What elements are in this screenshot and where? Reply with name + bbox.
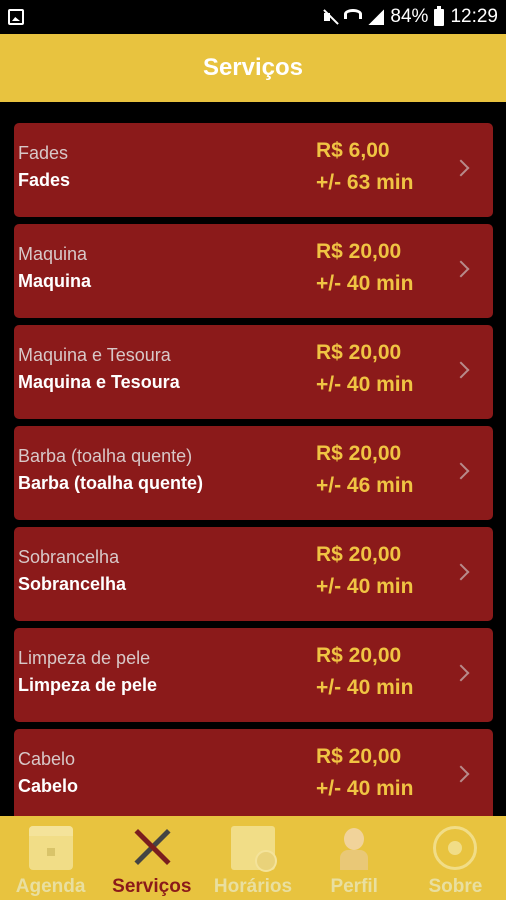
page-title: Serviços (202, 54, 304, 81)
app-header: Serviços (0, 34, 506, 102)
service-name-secondary: Maquina e Tesoura (18, 345, 171, 365)
service-duration: +/- 40 min (316, 676, 414, 699)
service-duration: +/- 46 min (316, 474, 414, 497)
chevron-right-icon (452, 159, 470, 177)
scissors-icon (130, 826, 174, 870)
gallery-notification-icon (8, 9, 24, 25)
nav-servicos[interactable]: Serviços (101, 816, 202, 900)
service-name: Cabelo (18, 776, 79, 796)
nav-label: Serviços (112, 876, 192, 897)
service-duration: +/- 63 min (316, 171, 414, 194)
service-price: R$ 20,00 (316, 240, 402, 263)
battery-percent: 84% (390, 6, 429, 27)
service-card[interactable]: Fades Fades R$ 6,00 +/- 63 min (14, 123, 493, 217)
chevron-right-icon (452, 462, 470, 480)
wifi-icon (344, 9, 363, 19)
service-name-secondary: Sobrancelha (18, 547, 120, 567)
service-name: Sobrancelha (18, 574, 127, 594)
service-card[interactable]: Sobrancelha Sobrancelha R$ 20,00 +/- 40 … (14, 527, 493, 621)
service-card[interactable]: Cabelo Cabelo R$ 20,00 +/- 40 min (14, 729, 493, 816)
service-card[interactable]: Limpeza de pele Limpeza de pele R$ 20,00… (14, 628, 493, 722)
service-name: Maquina (18, 271, 92, 291)
bottom-navigation: Agenda Serviços Horários Perfil Sobre (0, 816, 506, 900)
nav-label: Sobre (428, 876, 483, 897)
service-name-secondary: Fades (18, 143, 69, 163)
service-price: R$ 20,00 (316, 745, 402, 768)
service-name: Maquina e Tesoura (18, 372, 180, 392)
nav-agenda[interactable]: Agenda (0, 816, 101, 900)
nav-sobre[interactable]: Sobre (405, 816, 506, 900)
calendar-icon (28, 826, 73, 870)
battery-icon (434, 5, 445, 26)
clock: 12:29 (450, 6, 498, 27)
service-name-secondary: Maquina (18, 244, 88, 264)
nav-label: Perfil (330, 876, 378, 897)
chevron-right-icon (452, 361, 470, 379)
service-price: R$ 20,00 (316, 644, 402, 667)
service-name-secondary: Barba (toalha quente) (18, 446, 193, 466)
service-name-secondary: Limpeza de pele (18, 648, 151, 668)
status-right: 84% 12:29 (322, 5, 498, 28)
service-name-secondary: Cabelo (18, 749, 76, 769)
service-duration: +/- 40 min (316, 373, 414, 396)
nav-label: Agenda (15, 876, 86, 897)
service-name: Fades (18, 170, 71, 190)
nav-perfil[interactable]: Perfil (304, 816, 405, 900)
about-icon (433, 826, 478, 870)
service-price: R$ 20,00 (316, 543, 402, 566)
service-name: Barba (toalha quente) (18, 473, 204, 493)
mute-icon (322, 9, 338, 25)
signal-icon (368, 9, 385, 25)
schedule-icon (231, 826, 277, 872)
nav-horarios[interactable]: Horários (202, 816, 303, 900)
service-name: Limpeza de pele (18, 675, 158, 695)
service-card[interactable]: Maquina e Tesoura Maquina e Tesoura R$ 2… (14, 325, 493, 419)
chevron-right-icon (452, 563, 470, 581)
chevron-right-icon (452, 765, 470, 783)
service-duration: +/- 40 min (316, 272, 414, 295)
profile-icon (332, 826, 376, 870)
service-duration: +/- 40 min (316, 575, 414, 598)
service-price: R$ 20,00 (316, 442, 402, 465)
service-price: R$ 6,00 (316, 139, 390, 162)
status-bar: 84% 12:29 (0, 0, 506, 34)
chevron-right-icon (452, 260, 470, 278)
service-card[interactable]: Barba (toalha quente) Barba (toalha quen… (14, 426, 493, 520)
chevron-right-icon (452, 664, 470, 682)
service-card[interactable]: Maquina Maquina R$ 20,00 +/- 40 min (14, 224, 493, 318)
service-duration: +/- 40 min (316, 777, 414, 800)
nav-label: Horários (213, 876, 293, 897)
services-list[interactable]: Fades Fades R$ 6,00 +/- 63 min Maquina M… (0, 102, 506, 816)
service-price: R$ 20,00 (316, 341, 402, 364)
